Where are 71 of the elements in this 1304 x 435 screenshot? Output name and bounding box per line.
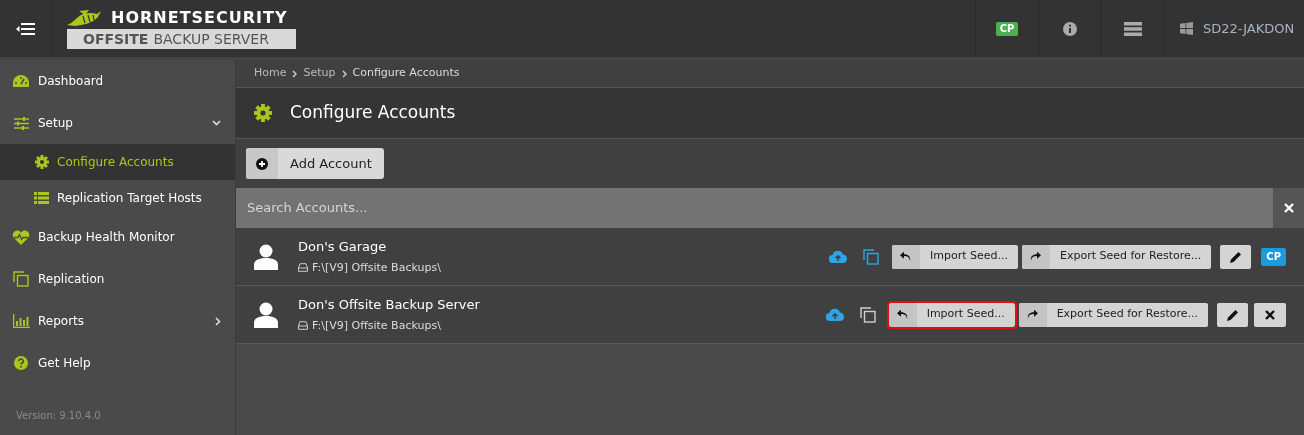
chevron-icon bbox=[341, 69, 347, 78]
brand-name: HORNETSECURITY bbox=[111, 9, 288, 26]
info-icon bbox=[1063, 21, 1077, 36]
forward-arrow-icon bbox=[1027, 309, 1039, 320]
account-name: Don's Garage bbox=[298, 238, 388, 256]
account-name: Don's Offsite Backup Server bbox=[298, 296, 481, 314]
heart-icon bbox=[12, 229, 30, 245]
pencil-icon bbox=[1229, 250, 1242, 263]
clear-search-button[interactable] bbox=[1273, 188, 1304, 228]
host-name: SD22-JAKDON bbox=[1203, 19, 1295, 38]
delete-button[interactable] bbox=[1254, 302, 1286, 327]
import-seed-button[interactable]: Import Seed... bbox=[888, 302, 1015, 327]
sidebar-item-label: Backup Health Monitor bbox=[38, 229, 176, 246]
cloud-upload-icon bbox=[825, 308, 844, 321]
user-icon bbox=[254, 301, 278, 328]
hornet-logo-icon bbox=[67, 8, 101, 27]
user-icon bbox=[254, 243, 278, 270]
drive-icon bbox=[298, 263, 308, 273]
help-icon bbox=[14, 356, 28, 370]
version-text: Version: 9.10.4.0 bbox=[15, 409, 102, 423]
account-path: F:\[V9] Offsite Backups\ bbox=[312, 259, 441, 276]
account-path: F:\[V9] Offsite Backups\ bbox=[312, 317, 441, 334]
sidebar-item-label: Configure Accounts bbox=[57, 154, 174, 171]
edit-button[interactable] bbox=[1220, 244, 1252, 269]
sidebar-item[interactable]: Reports bbox=[0, 300, 235, 342]
sidebar-item[interactable]: Dashboard bbox=[0, 60, 235, 102]
breadcrumb-link[interactable]: Setup bbox=[303, 65, 336, 82]
export-seed-button[interactable]: Export Seed for Restore... bbox=[1018, 302, 1208, 327]
close-icon bbox=[1265, 309, 1275, 320]
menu-icon bbox=[16, 22, 35, 35]
sidebar-item-label: Reports bbox=[38, 313, 86, 330]
sliders-icon bbox=[13, 116, 29, 130]
export-seed-button[interactable]: Export Seed for Restore... bbox=[1021, 244, 1212, 269]
sidebar-item[interactable]: Replication bbox=[0, 258, 235, 300]
cloud-upload-icon bbox=[828, 250, 847, 263]
gauge-icon bbox=[13, 74, 29, 88]
reply-arrow-icon bbox=[897, 309, 909, 320]
sidebar-item[interactable]: Get Help bbox=[0, 342, 235, 384]
cp-badge: CP bbox=[995, 21, 1019, 36]
server-icon bbox=[1124, 21, 1142, 36]
bar-chart-icon bbox=[12, 314, 30, 328]
breadcrumb-link[interactable]: Configure Accounts bbox=[352, 65, 460, 82]
search-field[interactable]: Search Accounts... bbox=[236, 188, 1273, 228]
sidebar-item-label: Setup bbox=[38, 115, 74, 132]
pencil-icon bbox=[1226, 308, 1239, 321]
product-name-bar: OFFSITE BACKUP SERVER bbox=[67, 28, 296, 49]
import-seed-button[interactable]: Import Seed... bbox=[891, 244, 1018, 269]
forward-arrow-icon bbox=[1030, 251, 1042, 262]
windows-icon bbox=[1180, 22, 1193, 35]
plus-icon bbox=[256, 157, 268, 170]
settings-icon bbox=[34, 155, 49, 169]
list-icon bbox=[34, 192, 49, 204]
edit-button[interactable] bbox=[1217, 302, 1248, 327]
page-title: Configure Accounts bbox=[290, 101, 456, 125]
breadcrumb-link[interactable]: Home bbox=[254, 65, 287, 82]
sidebar-item-label: Replication Target Hosts bbox=[57, 190, 202, 207]
add-account-button[interactable]: Add Account bbox=[246, 148, 384, 179]
copy-icon bbox=[13, 271, 29, 287]
sidebar-item[interactable]: Setup bbox=[0, 102, 235, 144]
chevron-icon bbox=[292, 69, 298, 78]
sidebar-item[interactable]: Backup Health Monitor bbox=[0, 216, 235, 258]
sidebar-item-label: Dashboard bbox=[38, 73, 105, 90]
close-icon bbox=[1283, 203, 1294, 213]
reply-arrow-icon bbox=[900, 251, 912, 262]
sidebar-item-label: Get Help bbox=[38, 355, 92, 372]
sidebar-subitem[interactable]: Replication Target Hosts bbox=[0, 180, 235, 216]
sidebar-item-label: Replication bbox=[38, 271, 106, 288]
cp-badge: CP bbox=[1261, 247, 1286, 266]
settings-icon bbox=[254, 104, 272, 122]
sidebar-subitem[interactable]: Configure Accounts bbox=[0, 144, 235, 180]
drive-icon bbox=[298, 321, 308, 331]
